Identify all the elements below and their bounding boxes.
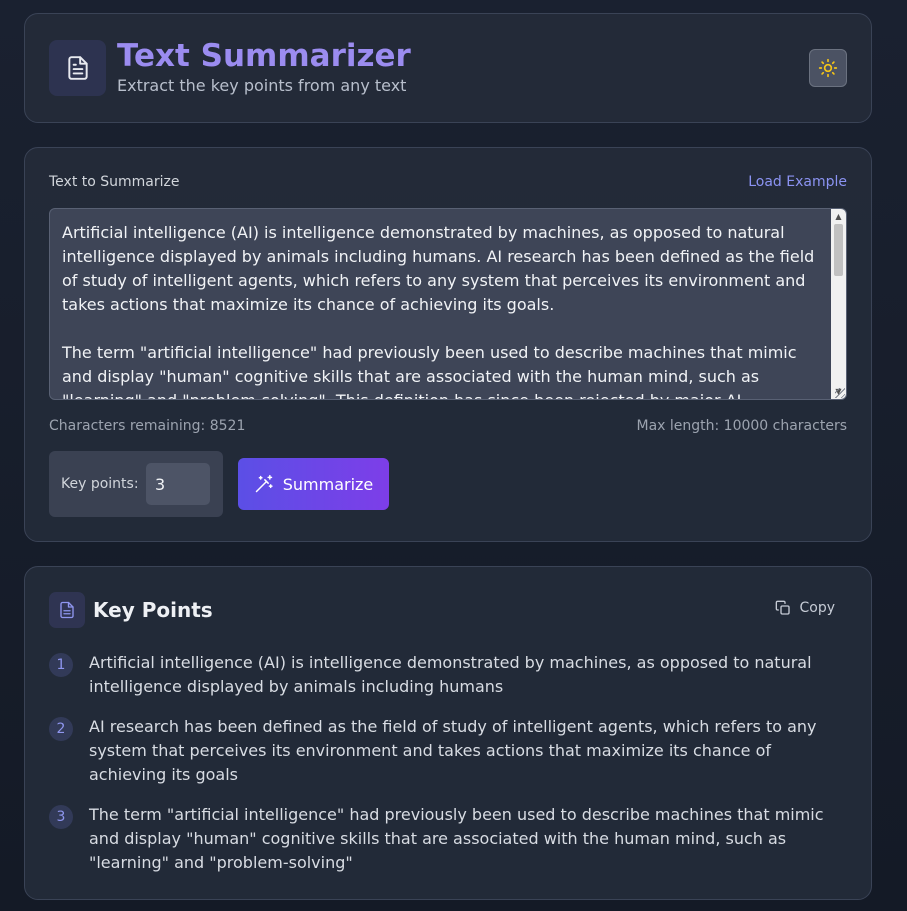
- text-input-label: Text to Summarize: [49, 174, 180, 190]
- load-example-link[interactable]: Load Example: [748, 174, 847, 190]
- key-point-text: The term "artificial intelligence" had p…: [89, 805, 824, 872]
- characters-remaining: Characters remaining: 8521: [49, 418, 246, 434]
- key-point-text: Artificial intelligence (AI) is intellig…: [89, 653, 812, 696]
- key-point-number: 3: [49, 805, 73, 829]
- key-points-label: Key points:: [61, 476, 139, 492]
- results-title: Key Points: [93, 598, 213, 622]
- key-points-input[interactable]: [146, 463, 210, 505]
- key-point-text: AI research has been defined as the fiel…: [89, 717, 817, 784]
- document-icon: [67, 56, 88, 80]
- app-title: Text Summarizer: [117, 38, 411, 74]
- key-point-number: 2: [49, 717, 73, 741]
- copy-icon: [776, 600, 791, 615]
- key-point-number: 1: [49, 653, 73, 677]
- results-card: Key Points Copy 1 Artificial intelligenc…: [24, 566, 872, 900]
- resize-handle-icon[interactable]: [835, 388, 845, 398]
- scroll-up-arrow-icon[interactable]: ▲: [831, 209, 846, 224]
- key-points-badge: [49, 592, 85, 628]
- magic-wand-icon: [255, 474, 273, 493]
- header-card: Text Summarizer Extract the key points f…: [24, 13, 872, 123]
- input-card: Text to Summarize Load Example Artificia…: [24, 147, 872, 542]
- sun-icon: [818, 58, 838, 78]
- copy-button[interactable]: Copy: [775, 600, 835, 616]
- text-input-container: Artificial intelligence (AI) is intellig…: [49, 208, 847, 400]
- key-points-control: Key points:: [49, 451, 223, 517]
- app-logo: [49, 40, 106, 96]
- max-length-hint: Max length: 10000 characters: [636, 418, 847, 434]
- app-subtitle: Extract the key points from any text: [117, 76, 407, 95]
- copy-label: Copy: [799, 600, 835, 616]
- theme-toggle-button[interactable]: [809, 49, 847, 87]
- scrollbar-thumb[interactable]: [834, 224, 843, 276]
- text-input[interactable]: Artificial intelligence (AI) is intellig…: [50, 209, 832, 399]
- summarize-button[interactable]: Summarize: [238, 458, 389, 510]
- summarize-label: Summarize: [282, 474, 374, 494]
- document-icon: [60, 601, 74, 619]
- textarea-scrollbar[interactable]: ▲ ▼: [831, 209, 846, 399]
